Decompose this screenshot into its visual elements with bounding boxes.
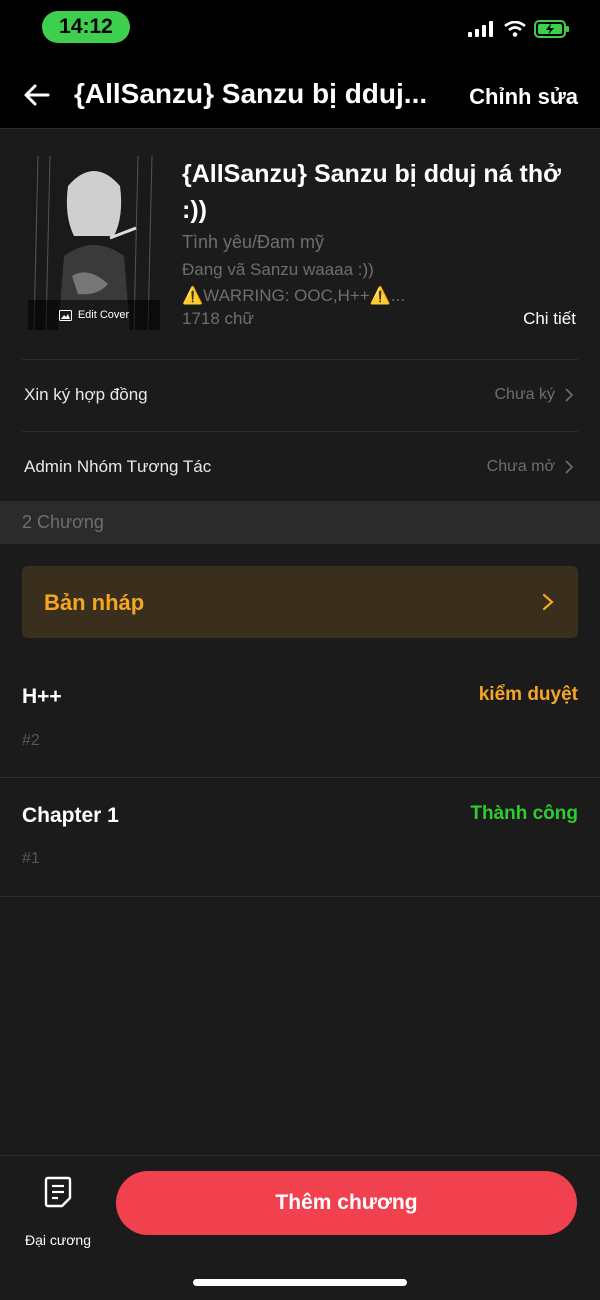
chapter-status: Thành công [470, 803, 578, 824]
document-icon [44, 1176, 72, 1208]
book-cover[interactable]: Edit Cover [28, 156, 160, 330]
status-icons [468, 20, 570, 38]
battery-charging-icon [534, 20, 569, 38]
drafts-label: Bản nháp [44, 590, 145, 615]
page-title: {AllSanzu} Sanzu bị dduj... [74, 78, 428, 109]
admin-group-status: Chưa mở [486, 458, 555, 475]
divider [22, 359, 578, 360]
chapter-number: #2 [22, 732, 40, 749]
word-count: 1718 chữ [182, 309, 254, 328]
wifi-icon [504, 21, 526, 37]
chapter-title: Chapter 1 [22, 804, 119, 827]
admin-group-row-value: Chưa mở [487, 458, 574, 476]
outline-button[interactable]: Đại cương [18, 1174, 98, 1248]
chapter-number: #1 [22, 850, 40, 867]
book-warning: ⚠️WARRING: OOC,H++⚠️... [182, 286, 406, 305]
contract-status: Chưa ký [494, 386, 555, 403]
chevron-right-icon [542, 593, 554, 611]
chevron-right-icon [565, 460, 574, 474]
chevron-right-icon [565, 388, 574, 402]
chapters-section-header: 2 Chương [0, 501, 600, 544]
signal-icon [468, 21, 493, 37]
back-arrow-icon[interactable] [22, 80, 52, 110]
edit-cover-button[interactable]: Edit Cover [28, 300, 160, 330]
book-description: Đang vã Sanzu waaaa :)) [182, 260, 374, 279]
outline-label: Đại cương [24, 1232, 92, 1248]
divider [0, 777, 600, 778]
chapter-title: H++ [22, 685, 62, 708]
divider [22, 431, 578, 432]
edit-cover-label: Edit Cover [77, 309, 130, 321]
status-time: 14:12 [42, 11, 130, 43]
drafts-button[interactable]: Bản nháp [22, 566, 578, 638]
chapters-count: 2 Chương [22, 512, 104, 532]
details-link[interactable]: Chi tiết [523, 309, 576, 329]
edit-button[interactable]: Chỉnh sửa [469, 84, 578, 110]
book-title: {AllSanzu} Sanzu bị dduj ná thở :)) [182, 160, 561, 224]
divider [0, 896, 600, 897]
top-app-bar: {AllSanzu} Sanzu bị dduj... Chỉnh sửa [0, 60, 600, 129]
status-bar: 14:12 [0, 0, 600, 60]
home-indicator[interactable] [193, 1279, 407, 1286]
add-chapter-button[interactable]: Thêm chương [116, 1171, 577, 1235]
admin-group-row-label: Admin Nhóm Tương Tác [24, 457, 212, 476]
image-icon [58, 309, 72, 321]
contract-row-value: Chưa ký [494, 386, 574, 404]
book-genre: Tình yêu/Đam mỹ [182, 232, 325, 252]
contract-row-label: Xin ký hợp đồng [24, 385, 148, 404]
chapter-status: kiểm duyệt [478, 684, 578, 705]
